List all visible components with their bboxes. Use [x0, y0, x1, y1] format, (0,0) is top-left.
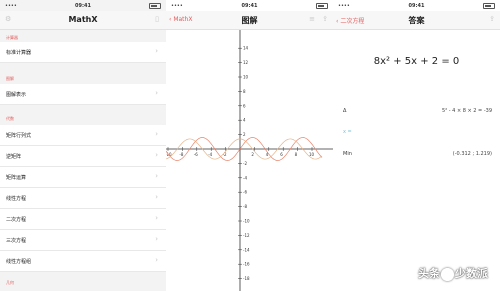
logo-icon	[441, 267, 454, 281]
y-tick-label: 8	[243, 89, 246, 94]
y-tick-label: -18	[243, 276, 250, 281]
menu-item-linear-system[interactable]: 线性方程组 ›	[0, 251, 166, 272]
nav-bar: ⚙ MathX ▯	[0, 11, 166, 30]
x-tick-label: 6	[280, 152, 283, 157]
menu-item-label: 矩阵行列式	[6, 133, 32, 139]
y-tick-label: -14	[243, 247, 250, 252]
battery-icon	[316, 3, 328, 9]
menu-item-label: 三次方程	[6, 238, 27, 244]
share-icon[interactable]: ⇪	[489, 15, 495, 23]
y-tick-label: -12	[243, 233, 250, 238]
menu-item-graph[interactable]: 图解表示 ›	[0, 84, 166, 105]
chevron-right-icon: ›	[155, 47, 158, 55]
menu-item-label: 矩阵运算	[6, 175, 27, 181]
status-bar: •••• 09:41	[166, 0, 333, 11]
watermark-text-right: 少数派	[455, 267, 488, 280]
x-tick-label: 10	[309, 152, 315, 157]
watermark: 头条 少数派	[418, 265, 488, 281]
status-bar: •••• 09:41	[0, 0, 166, 11]
chevron-right-icon: ›	[155, 151, 158, 159]
y-tick-label: -8	[243, 204, 247, 209]
y-tick-label: 10	[243, 75, 249, 80]
min-label: Min	[343, 151, 352, 157]
chevron-right-icon: ›	[155, 130, 158, 138]
x-tick-label: -8	[179, 152, 183, 157]
chevron-right-icon: ›	[155, 256, 158, 264]
menu-item-label: 线性方程	[6, 196, 27, 202]
status-time: 09:41	[408, 3, 425, 9]
menu-item-cubic-equation[interactable]: 三次方程 ›	[0, 230, 166, 251]
chevron-right-icon: ›	[155, 235, 158, 243]
nav-bar: ‹ MathX 图解 ≡ ⇪	[166, 11, 333, 30]
page-title: 图解	[241, 16, 258, 25]
delta-value: 5² - 4 × 8 × 2 = -39	[442, 108, 492, 114]
battery-icon	[149, 3, 161, 9]
chevron-right-icon: ›	[155, 193, 158, 201]
menu-item-inverse-matrix[interactable]: 逆矩阵 ›	[0, 146, 166, 167]
equation-display: 8x² + 5x + 2 = 0	[373, 56, 460, 67]
delta-label: Δ	[343, 108, 347, 114]
x-tick-label: 4	[266, 152, 269, 157]
y-tick-label: -4	[243, 175, 247, 180]
menu-item-label: 线性方程组	[6, 259, 32, 265]
x-tick-label: 8	[295, 152, 298, 157]
chevron-right-icon: ›	[155, 214, 158, 222]
menu-item-quadratic-equation[interactable]: 二次方程 ›	[0, 209, 166, 230]
section-header-geometry: 几何	[6, 280, 14, 285]
menu-item-determinant[interactable]: 矩阵行列式 ›	[0, 125, 166, 146]
menu-item-matrix-operations[interactable]: 矩阵运算 ›	[0, 167, 166, 188]
menu-item-linear-equation[interactable]: 线性方程 ›	[0, 188, 166, 209]
y-tick-label: 14	[243, 46, 249, 51]
list-icon[interactable]: ≡	[309, 15, 315, 23]
section-header-calculator: 计算器	[6, 35, 18, 40]
min-value: (-0.312 ; 1.219)	[452, 151, 492, 157]
battery-icon	[483, 3, 495, 9]
status-time: 09:41	[75, 3, 91, 9]
graph-plot[interactable]: 1412108642-2-4-6-8-10-12-14-16-18-10-8-6…	[166, 30, 333, 291]
graph-panel: •••• 09:41 ‹ MathX 图解 ≡ ⇪ 14 12 10 8 6 4 2 -2 -4…	[166, 0, 333, 291]
y-tick-label: 2	[243, 132, 246, 137]
status-bar: •••• 09:41	[333, 0, 500, 11]
y-tick-label: 12	[243, 60, 249, 65]
y-tick-label: -10	[243, 219, 250, 224]
info-icon[interactable]: ▯	[155, 15, 159, 23]
menu-item-label: 逆矩阵	[6, 154, 22, 160]
menu-panel: •••• 09:41 ⚙ MathX ▯ 计算器 标准计算器 › 图解 图解表示…	[0, 0, 166, 291]
menu-item-label: 二次方程	[6, 217, 27, 223]
menu-item-standard-calculator[interactable]: 标准计算器 ›	[0, 42, 166, 63]
menu-item-label: 标准计算器	[6, 50, 32, 56]
watermark-text-left: 头条	[418, 267, 440, 280]
x-label: x =	[343, 129, 352, 135]
status-time: 09:41	[241, 3, 258, 9]
app-title: MathX	[68, 15, 98, 24]
y-tick-label: -2	[243, 161, 247, 166]
y-tick-label: 4	[243, 118, 246, 123]
chevron-right-icon: ›	[155, 172, 158, 180]
nav-bar: ‹ 二次方程 答案 ⇪	[333, 11, 500, 30]
menu-item-label: 图解表示	[6, 92, 27, 98]
y-tick-label: -16	[243, 262, 250, 267]
section-header-graph: 图解	[6, 76, 14, 81]
answer-panel: •••• 09:41 ‹ 二次方程 答案 ⇪ 8x² + 5x + 2 = 0 …	[333, 0, 500, 291]
y-tick-label: 6	[243, 103, 246, 108]
share-icon[interactable]: ⇪	[322, 15, 328, 23]
x-tick-label: -6	[194, 152, 198, 157]
x-tick-label: 2	[251, 152, 254, 157]
y-tick-label: -6	[243, 190, 247, 195]
page-title: 答案	[408, 16, 425, 25]
section-header-algebra: 代数	[6, 116, 14, 121]
chevron-right-icon: ›	[155, 89, 158, 97]
